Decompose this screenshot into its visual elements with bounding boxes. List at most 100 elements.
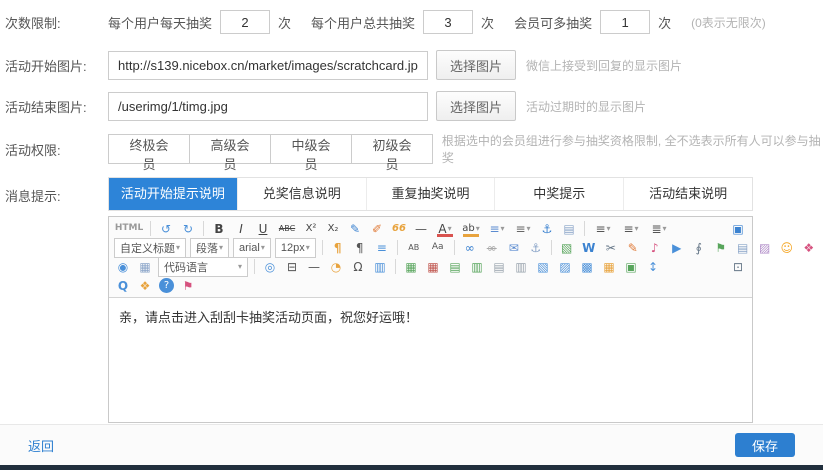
screenshot-icon[interactable]: ✂ xyxy=(601,239,621,257)
end-image-pick-button[interactable]: 选择图片 xyxy=(436,91,516,121)
insert-table-icon[interactable]: ▦ xyxy=(401,258,421,276)
draw-limit-label: 次数限制: xyxy=(5,13,108,32)
source-icon[interactable]: HTML xyxy=(113,220,145,238)
remove-format-icon[interactable]: ✐ xyxy=(367,220,387,238)
subscript-icon[interactable]: X₂ xyxy=(323,220,343,238)
member-extra-draw-unit: 次 xyxy=(658,13,671,32)
code-language-icon[interactable]: ▦ xyxy=(135,258,155,276)
delete-row-icon[interactable]: ▤ xyxy=(489,258,509,276)
member-extra-draw-input[interactable] xyxy=(600,10,650,34)
strikethrough-icon[interactable]: ABC xyxy=(275,220,299,238)
line-height-icon[interactable]: ≣▾ xyxy=(646,220,672,238)
snapshot-icon[interactable]: ◎ xyxy=(260,258,280,276)
split-cells-icon[interactable]: ▦ xyxy=(599,258,619,276)
music-icon[interactable]: ♪ xyxy=(645,239,665,257)
anchor-link-icon[interactable]: ⚓ xyxy=(526,239,546,257)
custom-title-select[interactable]: 自定义标题▾ xyxy=(114,238,186,258)
paragraph-spacing-icon[interactable]: ≡▾ xyxy=(590,220,616,238)
code-language-select[interactable]: 代码语言▾ xyxy=(158,257,248,277)
back-link[interactable]: 返回 xyxy=(28,436,54,455)
scrawl-icon[interactable]: ✎ xyxy=(623,239,643,257)
background-icon[interactable]: ▨ xyxy=(755,239,775,257)
font-color-icon[interactable]: A▾ xyxy=(433,220,457,238)
table-style-icon[interactable]: ▣ xyxy=(621,258,641,276)
font-size-select[interactable]: 12px▾ xyxy=(275,238,316,258)
total-draw-input[interactable] xyxy=(423,10,473,34)
special-chars-icon[interactable]: Ω xyxy=(348,258,368,276)
word-spacing-icon[interactable]: AB xyxy=(403,239,425,257)
indent-icon[interactable]: ≡ xyxy=(372,239,392,257)
email-icon[interactable]: ✉ xyxy=(504,239,524,257)
video-icon[interactable]: ▶ xyxy=(667,239,687,257)
word-image-icon[interactable]: W xyxy=(579,239,599,257)
gift-icon[interactable]: ❖ xyxy=(799,239,819,257)
insert-row-icon[interactable]: ▤ xyxy=(445,258,465,276)
sort-table-icon[interactable]: ↕ xyxy=(643,258,663,276)
dir-rtl-icon[interactable]: ¶ xyxy=(350,239,370,257)
letter-case-icon[interactable]: Aa xyxy=(427,239,449,257)
tab-repeat-draw[interactable]: 重复抽奖说明 xyxy=(367,178,496,210)
end-image-input[interactable] xyxy=(108,92,428,121)
text-align-icon[interactable]: ≡▾ xyxy=(618,220,644,238)
start-image-input[interactable] xyxy=(108,51,428,80)
unlink-icon[interactable]: ∞ xyxy=(482,239,502,257)
member-senior-button[interactable]: 高级会员 xyxy=(189,134,271,164)
tab-redeem-info[interactable]: 兑奖信息说明 xyxy=(238,178,367,210)
format-painter-icon[interactable]: ✎ xyxy=(345,220,365,238)
undo-icon[interactable]: ↺ xyxy=(156,220,176,238)
save-button[interactable]: 保存 xyxy=(735,433,795,457)
toolbar-separator xyxy=(395,259,396,274)
emotion-icon[interactable]: ☺ xyxy=(777,239,797,257)
redo-icon[interactable]: ↻ xyxy=(178,220,198,238)
fullscreen-icon[interactable]: ▣ xyxy=(728,220,748,238)
horizontal-rule-icon[interactable]: — xyxy=(411,220,431,238)
insert-image-icon[interactable]: ▧ xyxy=(557,239,577,257)
editor-body[interactable]: 亲，请点击进入刮刮卡抽奖活动页面，祝您好运哦！ xyxy=(109,297,752,422)
merge-right-icon[interactable]: ▨ xyxy=(555,258,575,276)
daily-draw-input[interactable] xyxy=(220,10,270,34)
preview-icon[interactable]: ◉ xyxy=(113,258,133,276)
bold-icon[interactable]: B xyxy=(209,220,229,238)
ordered-list-icon[interactable]: ≡▾ xyxy=(485,220,509,238)
map-icon[interactable]: ⚑ xyxy=(711,239,731,257)
font-family-select[interactable]: arial▾ xyxy=(233,238,271,258)
blockquote-icon[interactable]: 66 xyxy=(389,220,409,238)
unordered-list-icon[interactable]: ≡▾ xyxy=(511,220,535,238)
member-middle-button[interactable]: 中级会员 xyxy=(270,134,352,164)
new-page-icon[interactable]: ▤ xyxy=(559,220,579,238)
anchor-icon[interactable]: ⚓ xyxy=(537,220,557,238)
start-image-pick-button[interactable]: 选择图片 xyxy=(436,50,516,80)
print-icon[interactable]: ⊡ xyxy=(728,258,748,276)
attachment-icon[interactable]: ∮ xyxy=(689,239,709,257)
superscript-icon[interactable]: X² xyxy=(301,220,321,238)
template-icon[interactable]: ▤ xyxy=(733,239,753,257)
binoculars-icon[interactable]: ❖ xyxy=(135,277,155,295)
message-tabs-row: 消息提示: 活动开始提示说明兑奖信息说明重复抽奖说明中奖提示活动结束说明 xyxy=(0,177,823,211)
horizontal-line-icon[interactable]: — xyxy=(304,258,324,276)
clock-icon[interactable]: ◔ xyxy=(326,258,346,276)
delete-table-icon[interactable]: ▦ xyxy=(423,258,443,276)
underline-icon[interactable]: U xyxy=(253,220,273,238)
highlight-color-icon[interactable]: ab▾ xyxy=(459,220,483,238)
toolbar-separator xyxy=(322,240,323,255)
tab-end-message[interactable]: 活动结束说明 xyxy=(624,178,752,210)
dir-ltr-icon[interactable]: ¶ xyxy=(328,239,348,257)
pagebreak-icon[interactable]: ⊟ xyxy=(282,258,302,276)
search-replace-icon[interactable]: Q xyxy=(113,277,133,295)
chart-icon[interactable]: ▥ xyxy=(370,258,390,276)
member-junior-button[interactable]: 初级会员 xyxy=(351,134,433,164)
member-ultimate-button[interactable]: 终极会员 xyxy=(108,134,190,164)
link-icon[interactable]: ∞ xyxy=(460,239,480,257)
editor-toolbar-row-4: Q❖? ⚑ xyxy=(112,276,749,295)
tab-win-tip[interactable]: 中奖提示 xyxy=(495,178,624,210)
help-icon[interactable]: ? xyxy=(159,278,174,293)
tab-start-message[interactable]: 活动开始提示说明 xyxy=(109,178,238,210)
paragraph-select[interactable]: 段落▾ xyxy=(190,238,229,258)
merge-down-icon[interactable]: ▩ xyxy=(577,258,597,276)
editor-toolbar-row-2: 自定义标题▾段落▾arial▾12px▾¶¶≡ABAa∞∞✉⚓▧W✂✎♪▶∮⚑▤… xyxy=(112,238,749,257)
flag-icon[interactable]: ⚑ xyxy=(178,277,198,295)
italic-icon[interactable]: I xyxy=(231,220,251,238)
merge-cells-icon[interactable]: ▧ xyxy=(533,258,553,276)
delete-col-icon[interactable]: ▥ xyxy=(511,258,531,276)
insert-col-icon[interactable]: ▥ xyxy=(467,258,487,276)
